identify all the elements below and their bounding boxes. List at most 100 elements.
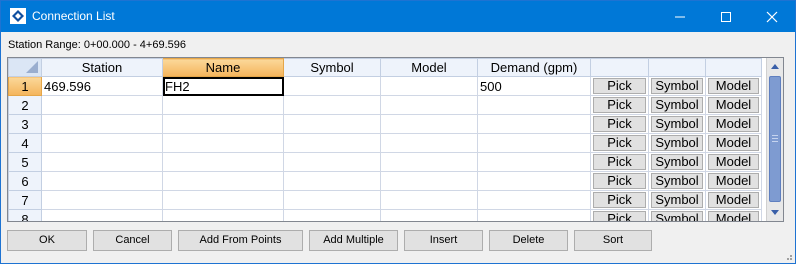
station-cell[interactable] <box>41 152 163 172</box>
model-button[interactable]: Model <box>708 211 759 221</box>
select-all-corner[interactable] <box>8 58 42 77</box>
name-cell[interactable] <box>162 152 284 172</box>
demand-cell[interactable] <box>477 171 591 191</box>
pick-button[interactable]: Pick <box>593 192 646 208</box>
symbol-cell[interactable] <box>283 171 381 191</box>
delete-button[interactable]: Delete <box>489 230 568 251</box>
symbol-cell[interactable] <box>283 133 381 153</box>
column-header-model-button[interactable] <box>705 58 762 77</box>
symbol-cell[interactable] <box>283 76 381 96</box>
model-button[interactable]: Model <box>708 173 759 189</box>
column-header-symbol[interactable]: Symbol <box>283 58 381 77</box>
model-cell[interactable] <box>380 152 478 172</box>
station-cell[interactable]: 469.596 <box>41 76 163 96</box>
symbol-cell[interactable] <box>283 114 381 134</box>
model-cell[interactable] <box>380 133 478 153</box>
model-cell[interactable] <box>380 171 478 191</box>
insert-button[interactable]: Insert <box>404 230 483 251</box>
model-cell[interactable] <box>380 95 478 115</box>
demand-cell[interactable] <box>477 133 591 153</box>
station-cell[interactable] <box>41 190 163 210</box>
symbol-cell[interactable] <box>283 209 381 221</box>
model-cell[interactable] <box>380 114 478 134</box>
name-cell[interactable] <box>162 133 284 153</box>
column-header-model[interactable]: Model <box>380 58 478 77</box>
ok-button[interactable]: OK <box>7 230 87 251</box>
model-button[interactable]: Model <box>708 78 759 94</box>
symbol-button[interactable]: Symbol <box>651 78 703 94</box>
row-header[interactable]: 7 <box>8 190 42 210</box>
model-cell[interactable] <box>380 76 478 96</box>
row-header[interactable]: 5 <box>8 152 42 172</box>
column-header-name[interactable]: Name <box>162 58 284 77</box>
scroll-down-button[interactable] <box>767 204 783 221</box>
pick-button[interactable]: Pick <box>593 78 646 94</box>
pick-button-cell: Pick <box>590 95 649 115</box>
name-cell[interactable] <box>162 190 284 210</box>
vertical-scrollbar[interactable] <box>766 58 783 221</box>
row-header[interactable]: 1 <box>8 76 42 96</box>
symbol-button[interactable]: Symbol <box>651 97 703 113</box>
pick-button[interactable]: Pick <box>593 97 646 113</box>
row-header[interactable]: 2 <box>8 95 42 115</box>
name-cell[interactable] <box>162 209 284 221</box>
symbol-button[interactable]: Symbol <box>651 192 703 208</box>
scroll-thumb[interactable] <box>769 76 781 202</box>
symbol-button[interactable]: Symbol <box>651 135 703 151</box>
demand-cell[interactable] <box>477 95 591 115</box>
model-button[interactable]: Model <box>708 154 759 170</box>
demand-cell[interactable] <box>477 190 591 210</box>
station-cell[interactable] <box>41 114 163 134</box>
station-cell[interactable] <box>41 95 163 115</box>
name-cell[interactable] <box>162 95 284 115</box>
add-from-points-button[interactable]: Add From Points <box>178 230 303 251</box>
row-header[interactable]: 3 <box>8 114 42 134</box>
symbol-button[interactable]: Symbol <box>651 173 703 189</box>
pick-button[interactable]: Pick <box>593 173 646 189</box>
pick-button[interactable]: Pick <box>593 135 646 151</box>
resize-grip-icon[interactable] <box>783 251 793 261</box>
row-header[interactable]: 6 <box>8 171 42 191</box>
column-header-demand[interactable]: Demand (gpm) <box>477 58 591 77</box>
scroll-up-button[interactable] <box>767 58 783 75</box>
station-cell[interactable] <box>41 171 163 191</box>
cancel-button[interactable]: Cancel <box>93 230 172 251</box>
model-button[interactable]: Model <box>708 116 759 132</box>
name-cell[interactable] <box>162 171 284 191</box>
sort-button[interactable]: Sort <box>574 230 652 251</box>
row-header[interactable]: 8 <box>8 209 42 221</box>
name-cell[interactable] <box>162 114 284 134</box>
symbol-cell[interactable] <box>283 152 381 172</box>
station-cell[interactable] <box>41 209 163 221</box>
symbol-button[interactable]: Symbol <box>651 211 703 221</box>
model-button[interactable]: Model <box>708 192 759 208</box>
column-header-pick[interactable] <box>590 58 649 77</box>
title-bar[interactable]: Connection List <box>1 1 795 32</box>
name-cell[interactable]: FH2 <box>162 76 284 96</box>
minimize-button[interactable] <box>657 1 703 32</box>
model-button[interactable]: Model <box>708 135 759 151</box>
demand-cell[interactable] <box>477 114 591 134</box>
demand-cell[interactable] <box>477 209 591 221</box>
symbol-cell[interactable] <box>283 190 381 210</box>
maximize-button[interactable] <box>703 1 749 32</box>
demand-cell[interactable]: 500 <box>477 76 591 96</box>
model-button[interactable]: Model <box>708 97 759 113</box>
pick-button[interactable]: Pick <box>593 116 646 132</box>
pick-button[interactable]: Pick <box>593 211 646 221</box>
column-header-symbol-button[interactable] <box>648 58 706 77</box>
pick-button[interactable]: Pick <box>593 154 646 170</box>
add-multiple-button[interactable]: Add Multiple <box>309 230 398 251</box>
symbol-button[interactable]: Symbol <box>651 154 703 170</box>
close-button[interactable] <box>749 1 795 32</box>
column-header-station[interactable]: Station <box>41 58 163 77</box>
symbol-button[interactable]: Symbol <box>651 116 703 132</box>
symbol-button-cell: Symbol <box>648 171 706 191</box>
model-cell[interactable] <box>380 209 478 221</box>
symbol-cell[interactable] <box>283 95 381 115</box>
station-cell[interactable] <box>41 133 163 153</box>
model-cell[interactable] <box>380 190 478 210</box>
demand-cell[interactable] <box>477 152 591 172</box>
symbol-button-cell: Symbol <box>648 190 706 210</box>
row-header[interactable]: 4 <box>8 133 42 153</box>
